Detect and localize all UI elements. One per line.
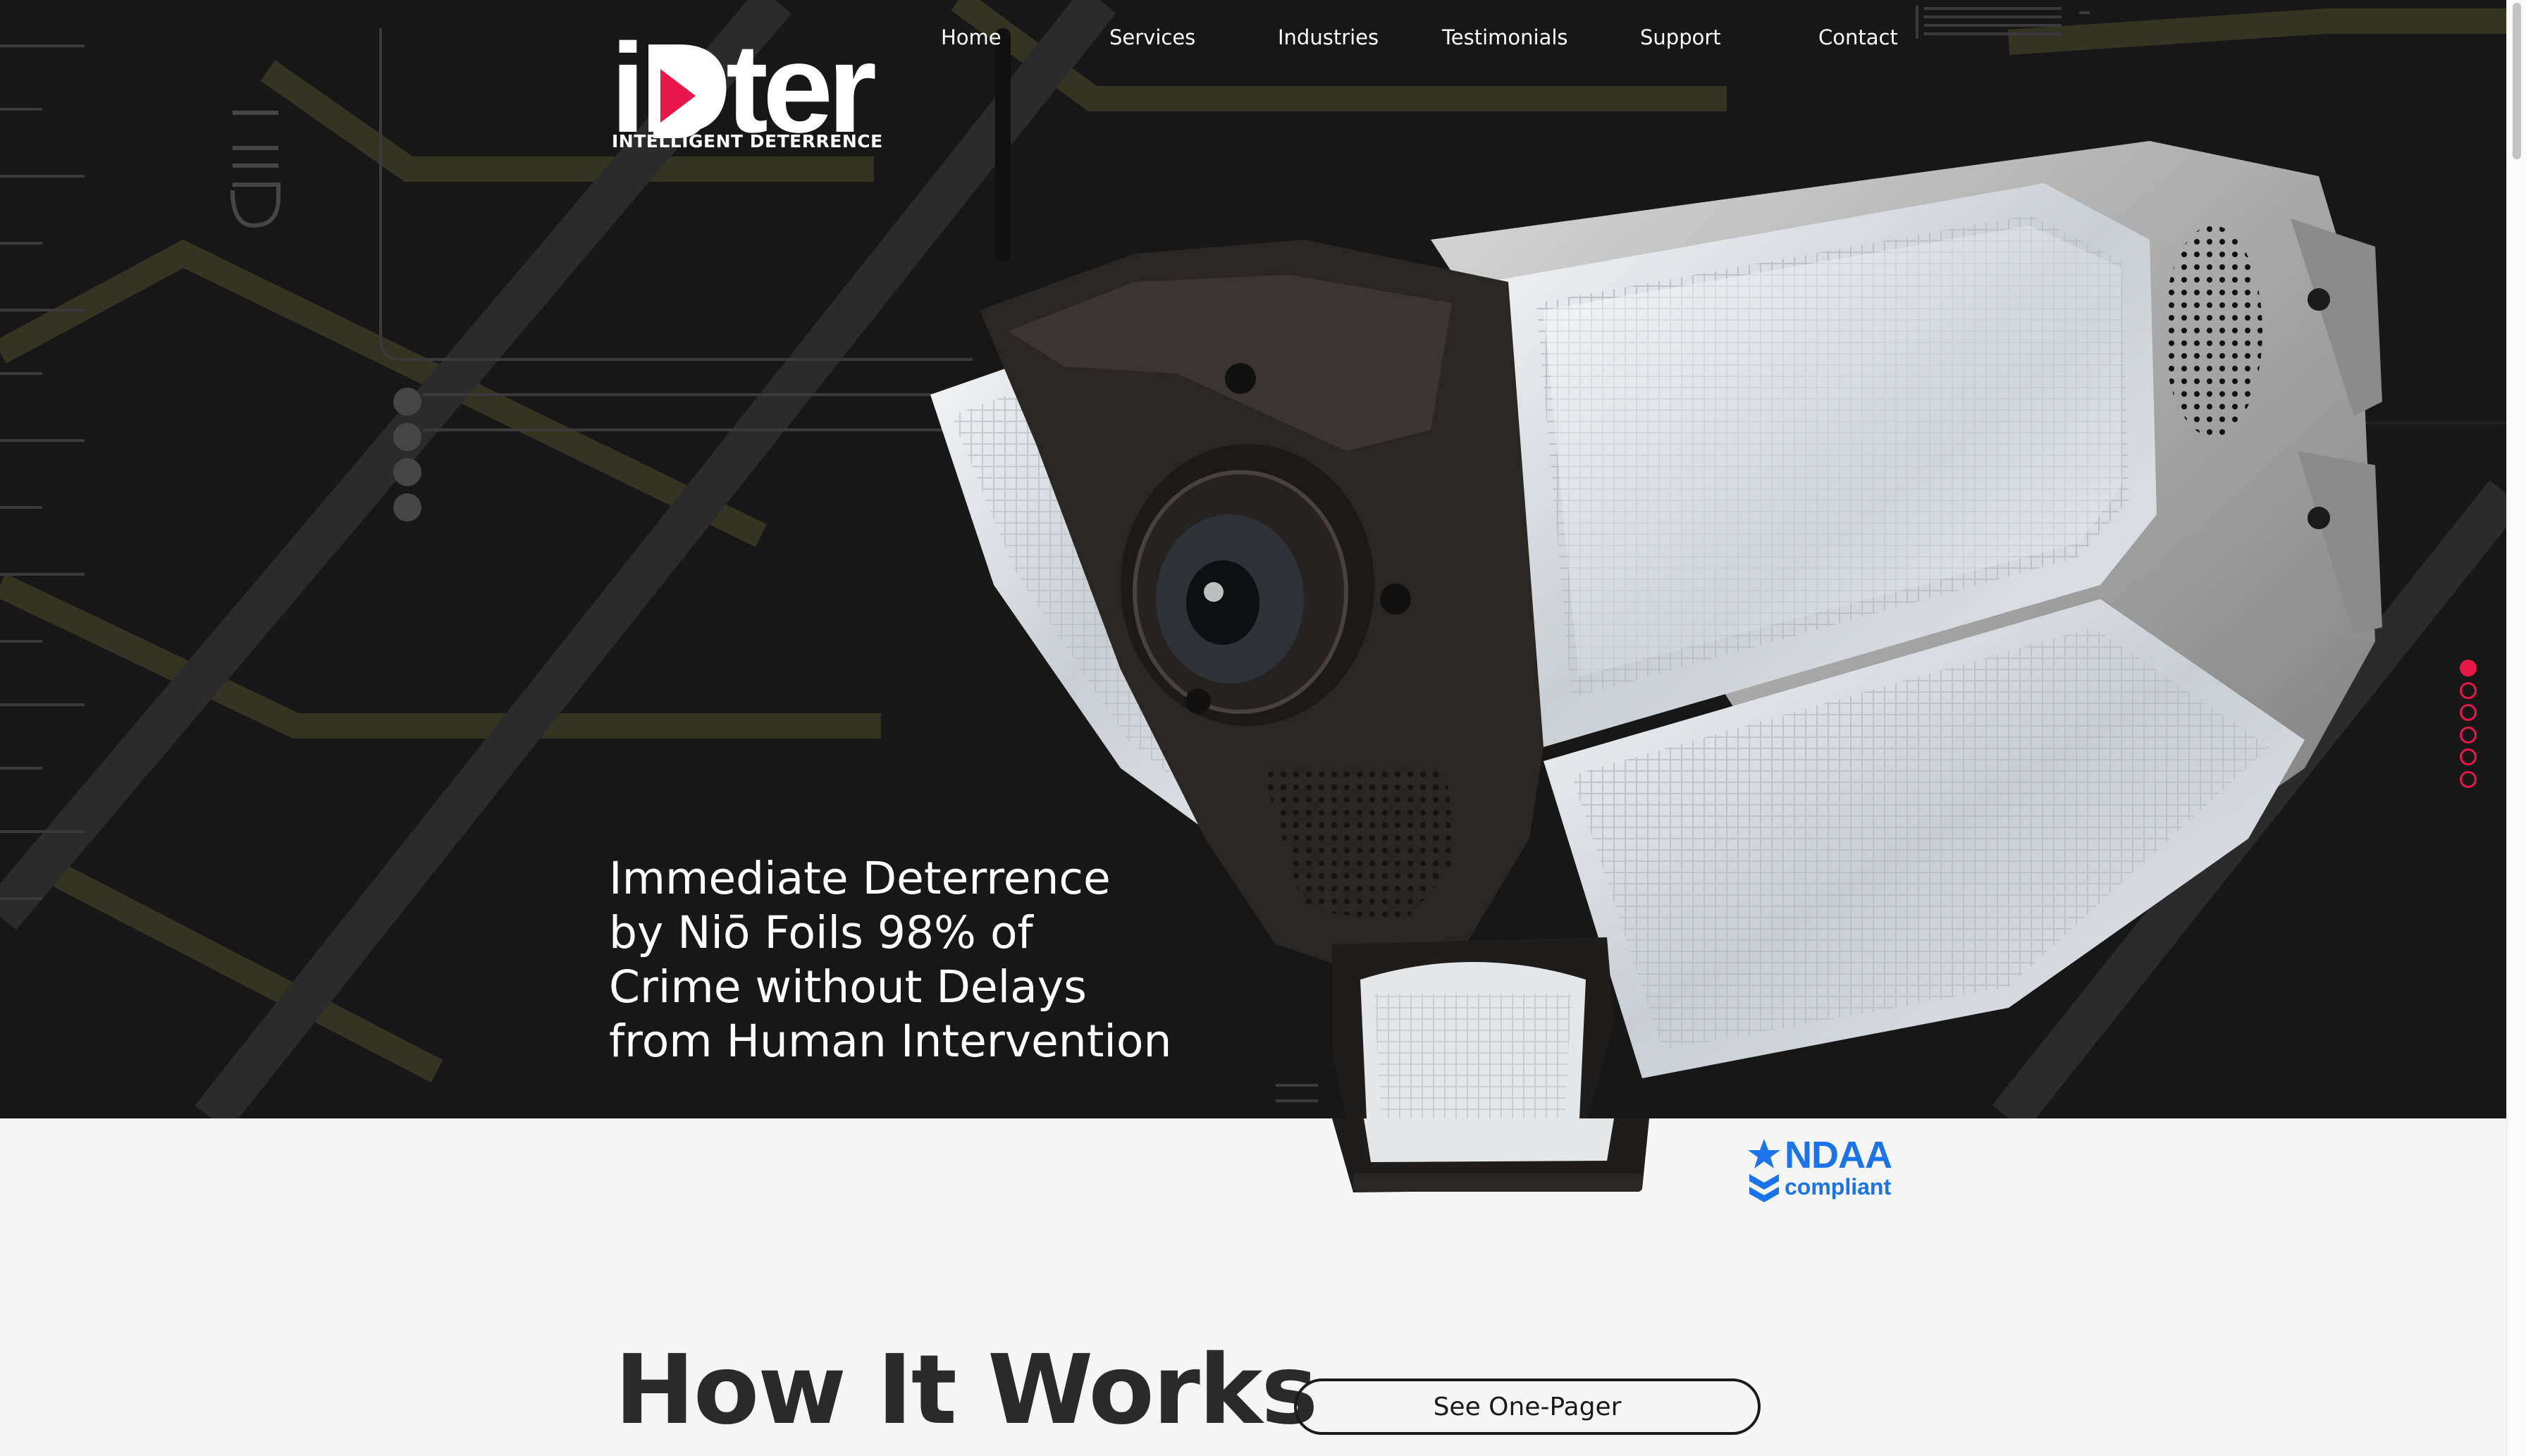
scrollbar-thumb[interactable] [2513,3,2521,159]
headline-line: Immediate Deterrence [609,853,1111,904]
slide-dot-2[interactable] [2460,681,2477,699]
page-scrollbar[interactable] [2506,0,2526,1456]
logo-tagline: INTELLIGENT DETERRENCE [612,131,883,152]
slide-dot-5[interactable] [2460,748,2477,765]
headline-line: by Niō Foils 98% of [609,907,1033,958]
device-sensor-overlap [1332,1118,1649,1192]
nav-support[interactable]: Support [1640,25,1721,49]
slide-dot-1[interactable] [2460,660,2477,677]
slide-pagination [2460,660,2478,793]
logo-play-icon [653,54,710,138]
ndaa-subtitle: compliant [1785,1174,1892,1199]
see-one-pager-button[interactable]: See One-Pager [1294,1378,1761,1435]
nav-contact[interactable]: Contact [1818,25,1898,49]
nav-industries[interactable]: Industries [1278,25,1379,49]
ndaa-badge: NDAA compliant [1748,1136,1903,1204]
ndaa-title: NDAA [1785,1134,1892,1176]
hero-headline: Immediate Deterrence by Niō Foils 98% of… [609,851,1314,1068]
headline-line: Crime without Delays [609,961,1087,1013]
star-shield-icon [1748,1139,1780,1202]
brand-logo[interactable]: iDter INTELLIGENT DETERRENCE [610,25,892,159]
section-title: How It Works [615,1335,1318,1446]
slide-dot-6[interactable] [2460,770,2477,788]
slide-dot-4[interactable] [2460,726,2477,744]
slide-dot-3[interactable] [2460,704,2477,721]
nav-services[interactable]: Services [1109,25,1195,49]
hero-section: iDter INTELLIGENT DETERRENCE Home Servic… [0,0,2506,1118]
headline-line: from Human Intervention [609,1016,1172,1067]
nav-testimonials[interactable]: Testimonials [1442,25,1568,49]
nav-home[interactable]: Home [941,25,1002,49]
